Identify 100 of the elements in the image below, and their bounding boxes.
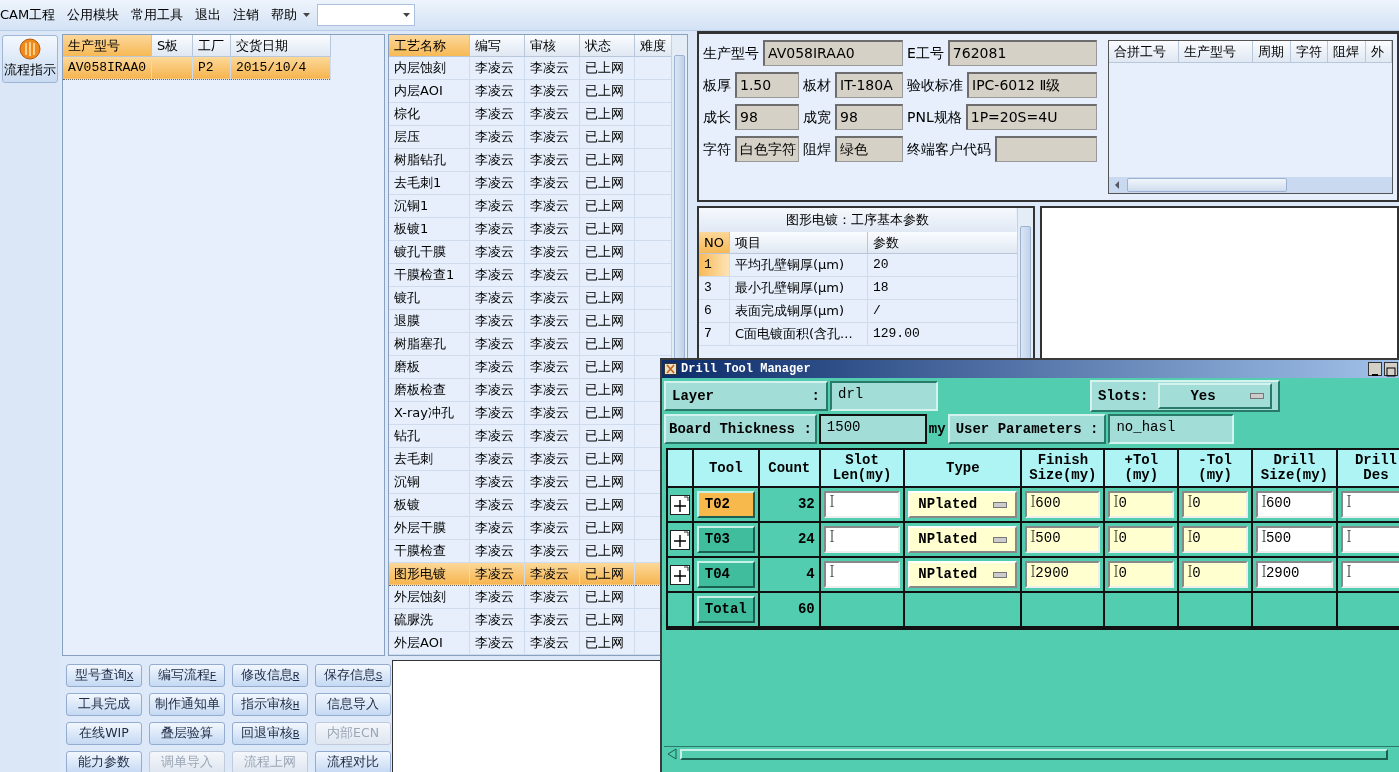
action-button[interactable]: 信息导入 [315,692,391,716]
value-field[interactable]: 绿色 [835,136,903,162]
cell-field[interactable]: 0 [1108,561,1175,588]
caret-icon[interactable] [403,13,411,17]
cell-field[interactable]: 600 [1255,491,1333,518]
value-field[interactable]: AV058IRAA0 [763,40,903,66]
table-row[interactable]: 树脂塞孔 李凌云 李凌云 已上网 [389,332,671,355]
action-button[interactable]: 型号查询X [66,663,142,687]
cell-field[interactable] [1340,526,1399,553]
table-row[interactable]: 板镀1 李凌云 李凌云 已上网 [389,217,671,240]
value-field[interactable]: 1.50 [735,72,799,98]
value-field[interactable]: 1P=20S=4U [965,104,1097,130]
column-header[interactable]: 合拼工号 [1109,41,1179,62]
column-header[interactable]: 外 [1365,41,1392,62]
column-header[interactable]: S板 [151,35,193,56]
action-button[interactable]: 修改信息R [232,663,308,687]
user-parameters-button[interactable]: User Parameters : [947,414,1107,444]
table-row[interactable]: 沉铜1 李凌云 李凌云 已上网 [389,194,671,217]
table-row[interactable]: 内层AOI 李凌云 李凌云 已上网 [389,79,671,102]
table-row[interactable]: AV058IRAA0 P2 2015/10/4 [63,56,331,79]
value-field[interactable]: 98 [835,104,903,130]
table-row[interactable]: 树脂钻孔 李凌云 李凌云 已上网 [389,148,671,171]
column-header[interactable]: 审核 [524,35,579,56]
cell-field[interactable]: 0 [1182,526,1248,553]
scrollbar[interactable] [1109,177,1392,193]
value-field[interactable]: 白色字符 [735,136,799,162]
minimize-button[interactable] [1368,362,1382,376]
menu-item[interactable]: 公用模块 [61,5,126,25]
type-dropdown[interactable]: NPlated [908,561,1018,588]
tool-button[interactable]: T02 [696,491,755,518]
cell-field[interactable]: 600 [1025,491,1101,518]
action-button[interactable]: 叠层验算 [149,721,225,745]
maximize-icon[interactable] [1386,366,1396,377]
table-row[interactable]: 退膜 李凌云 李凌云 已上网 [389,309,671,332]
menu-item[interactable]: 退出 [189,5,228,25]
cell-field[interactable] [1340,561,1399,588]
action-button[interactable]: 能力参数 [66,750,142,772]
column-header[interactable]: 项目 [729,232,868,253]
table-row[interactable]: 3 最小孔壁铜厚(μm) 18 [699,276,1018,299]
action-button[interactable]: 在线WIP [66,721,142,745]
column-header[interactable]: 参数 [867,232,1018,253]
column-header[interactable]: 阻焊 [1327,41,1366,62]
layer-field[interactable]: drl [830,381,938,411]
cell-field[interactable]: 500 [1025,526,1101,553]
cell-field[interactable]: 0 [1108,491,1175,518]
caret-icon[interactable] [303,12,312,18]
left-arrow-icon[interactable] [666,748,678,760]
type-dropdown[interactable]: NPlated [908,491,1018,518]
value-field[interactable]: 98 [735,104,799,130]
menu-item[interactable]: 常用工具 [125,5,190,25]
flow-button[interactable]: 流程指示 [2,35,58,83]
expand-icon[interactable] [669,529,690,550]
table-row[interactable]: 图形电镀 李凌云 李凌云 已上网 [389,562,671,585]
close-icon[interactable] [664,363,677,375]
expand-icon[interactable] [669,494,690,515]
cell-field[interactable] [823,561,901,588]
table-row[interactable]: 去毛刺1 李凌云 李凌云 已上网 [389,171,671,194]
cell-field[interactable]: 2900 [1255,561,1333,588]
table-row[interactable]: 棕化 李凌云 李凌云 已上网 [389,102,671,125]
column-header[interactable]: 工艺名称 [389,35,469,56]
tool-button[interactable]: T03 [696,526,755,553]
table-row[interactable]: 6 表面完成铜厚(μm) / [699,299,1018,322]
type-dropdown[interactable]: NPlated [908,526,1018,553]
cell-field[interactable]: 0 [1108,526,1175,553]
action-button[interactable]: 指示审核H [232,692,308,716]
column-header[interactable]: 难度 [634,35,671,56]
menu-item[interactable]: 帮助 [265,5,304,25]
column-header[interactable]: 状态 [579,35,634,56]
cell-field[interactable]: 0 [1182,561,1248,588]
column-header[interactable]: 生产型号 [1178,41,1253,62]
table-row[interactable]: 镀孔干膜 李凌云 李凌云 已上网 [389,240,671,263]
value-field[interactable]: 762081 [947,40,1097,66]
menu-item[interactable]: CAM工程 [0,5,62,25]
cell-field[interactable] [1340,491,1399,518]
column-header[interactable]: 交货日期 [230,35,331,56]
cell-field[interactable]: 0 [1182,491,1248,518]
action-button[interactable]: 编写流程F [149,663,225,687]
table-row[interactable]: 层压 李凌云 李凌云 已上网 [389,125,671,148]
value-field[interactable]: IPC-6012 Ⅱ级 [967,72,1097,98]
cell-field[interactable] [823,491,901,518]
cell-field[interactable]: 2900 [1025,561,1101,588]
user-parameters-field[interactable]: no_hasl [1108,414,1235,444]
action-button[interactable]: 流程对比 [315,750,391,772]
expand-icon[interactable] [669,564,690,585]
table-row[interactable]: 1 平均孔壁铜厚(μm) 20 [699,253,1018,276]
column-header[interactable]: NO [699,232,730,253]
column-header[interactable]: 生产型号 [63,35,152,56]
value-field[interactable]: IT-180A [835,72,903,98]
action-button[interactable]: 回退审核B [232,721,308,745]
menu-item[interactable]: 注销 [227,5,266,25]
table-row[interactable]: 内层蚀刻 李凌云 李凌云 已上网 [389,56,671,79]
action-button[interactable]: 工具完成 [66,692,142,716]
table-row[interactable]: 镀孔 李凌云 李凌云 已上网 [389,286,671,309]
cell-field[interactable] [823,526,901,553]
action-button[interactable]: 制作通知单 [149,692,225,716]
action-button[interactable]: 保存信息S [315,663,391,687]
column-header[interactable]: 字符 [1290,41,1328,62]
slots-dropdown[interactable]: Yes [1158,383,1273,409]
scrollbar[interactable] [664,746,1399,762]
table-row[interactable]: 7 C面电镀面积(含孔... 129.00 [699,322,1018,345]
